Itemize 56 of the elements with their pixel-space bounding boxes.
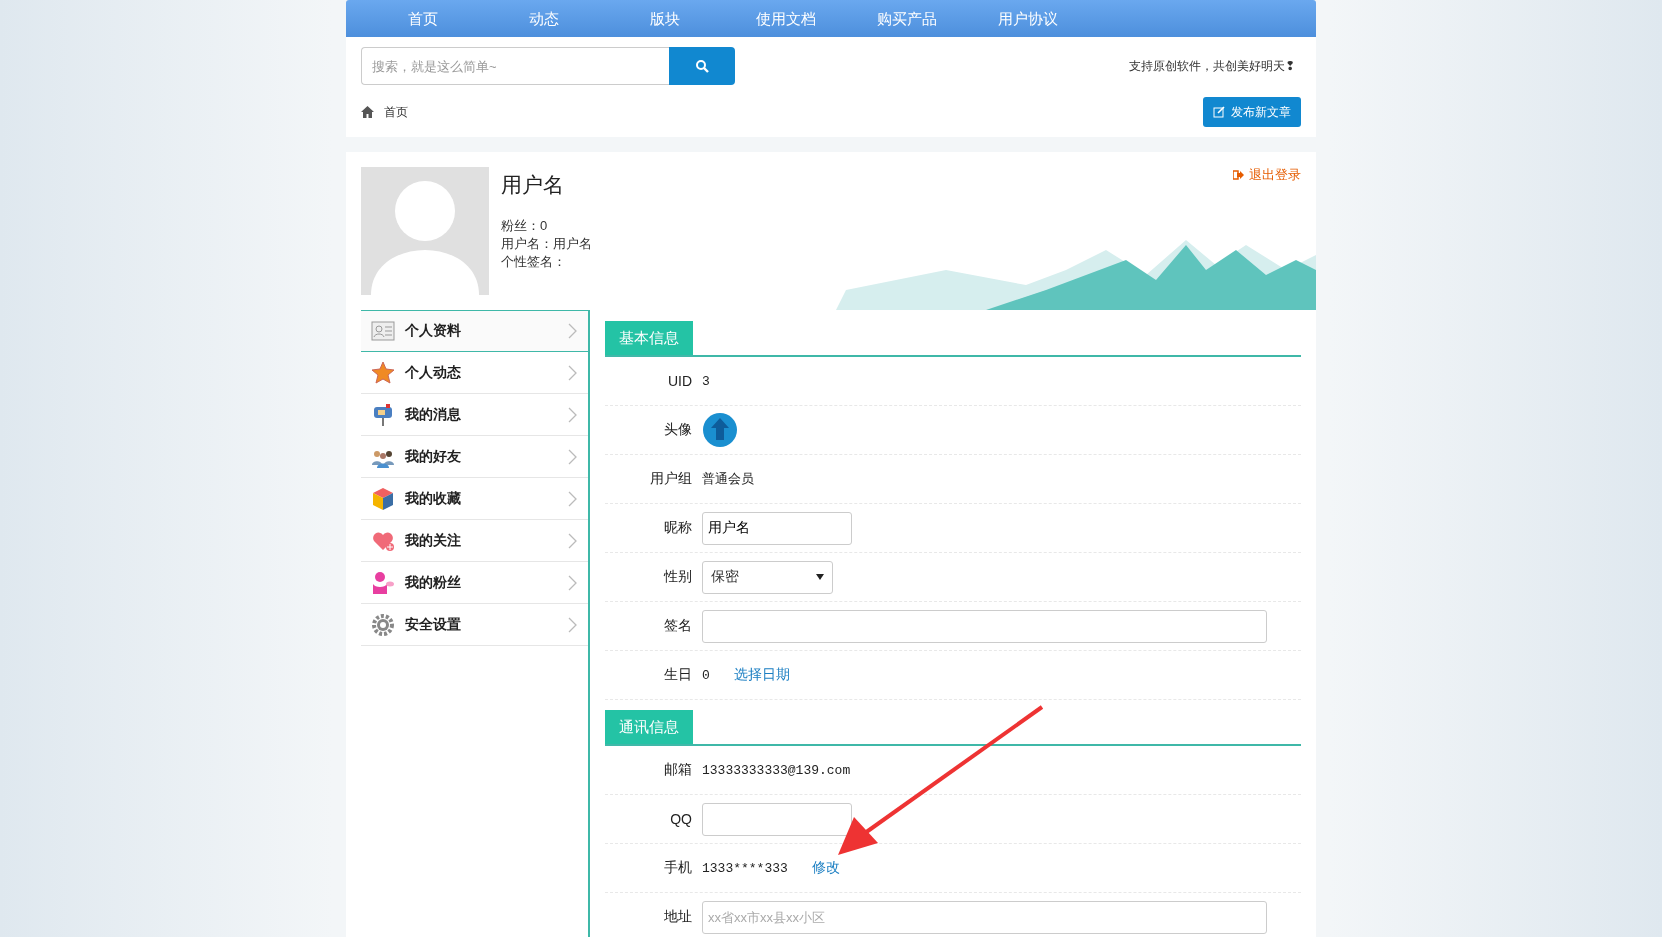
field-label: 生日 (663, 666, 692, 684)
section-title: 通讯信息 (605, 710, 693, 744)
action-link[interactable]: 选择日期 (733, 666, 790, 684)
field-label: 性别 (662, 568, 692, 586)
mailbox-icon (371, 402, 395, 427)
field-value: 1333****333 (702, 860, 788, 876)
edit-icon (1213, 106, 1225, 118)
select-field[interactable]: 保密 (702, 560, 833, 594)
text-input-field[interactable] (702, 609, 1267, 643)
chevron-right-icon (568, 364, 578, 381)
field-label: 头像 (663, 421, 692, 439)
chevron-right-icon (568, 323, 578, 339)
profile-card-icon (371, 319, 395, 343)
field-label: 用户组 (649, 470, 692, 488)
search-icon (695, 59, 709, 73)
field-value: 0 (702, 667, 710, 683)
dropdown-caret-icon (816, 574, 824, 580)
search-field[interactable]: 搜索，就是这么简单~ (361, 47, 669, 85)
gear-icon (371, 612, 395, 637)
field-label: 昵称 (663, 519, 692, 537)
chevron-right-icon (568, 448, 578, 465)
sidebar-item[interactable]: 个人资料 (361, 310, 588, 352)
field-value: 普通会员 (702, 471, 754, 488)
profile-info-text: 用户名：用户名 (501, 235, 592, 253)
slogan-text: 支持原创软件，共创美好明天❢ (1128, 57, 1295, 75)
star-icon (371, 360, 395, 385)
field-label: 手机 (663, 859, 692, 877)
cube-icon (371, 486, 395, 511)
action-link[interactable]: 修改 (811, 859, 840, 877)
profile-info-text: 个性签名： (501, 253, 567, 271)
chevron-right-icon (568, 532, 578, 549)
chevron-right-icon (568, 406, 578, 423)
field-label: 签名 (663, 617, 692, 635)
field-value: 13333333333@139.com (702, 762, 851, 778)
logout-link[interactable]: 退出登录 (1233, 166, 1301, 184)
chevron-right-icon (568, 574, 578, 591)
field-label: 邮箱 (663, 761, 692, 779)
text-input-field[interactable] (702, 802, 852, 836)
search-button[interactable] (669, 47, 735, 85)
profile-info-text: 粉丝：0 (501, 217, 549, 235)
chevron-right-icon (568, 490, 578, 507)
field-value: 3 (702, 373, 710, 389)
user-name: 用户名 (501, 172, 565, 198)
upload-avatar-icon[interactable] (702, 412, 738, 448)
new-post-button[interactable]: 发布新文章 (1203, 97, 1301, 127)
home-icon (361, 106, 374, 118)
section-title: 基本信息 (605, 321, 693, 355)
field-label: UID (666, 373, 692, 389)
chevron-right-icon (568, 616, 578, 633)
text-input-field[interactable]: 用户名 (702, 511, 852, 545)
field-label: QQ (669, 811, 692, 827)
person-icon (371, 570, 395, 595)
logout-icon (1233, 170, 1244, 180)
text-input-field[interactable]: xx省xx市xx县xx小区 (702, 900, 1267, 934)
breadcrumb-link[interactable]: 首页 (384, 103, 408, 121)
field-label: 地址 (663, 908, 692, 926)
